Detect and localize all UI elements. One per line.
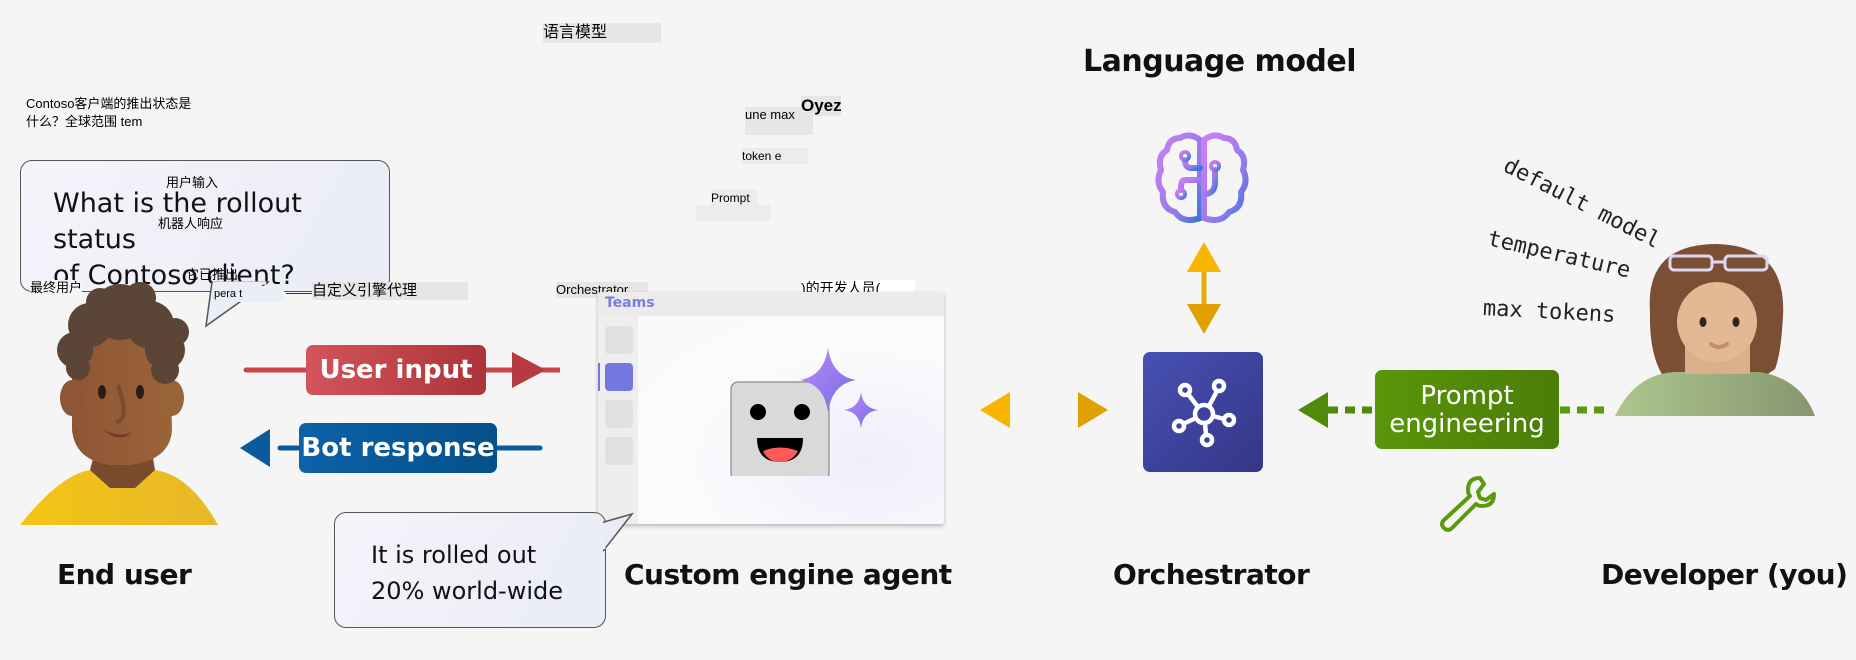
bot-eye [794,404,810,420]
overlay-prompt-small: Prompt [711,190,757,206]
developer-avatar [1615,244,1815,416]
end-user-avatar [20,282,218,525]
bot-response-label: Bot response [299,423,497,473]
teams-rail-item[interactable] [605,326,633,354]
overlay-question-cn-2: 什么？全球范围 tem [26,114,143,129]
brain-icon [1155,132,1249,223]
label-custom-engine-agent: Custom engine agent [624,558,952,591]
setting-max-tokens: max tokens [1482,296,1616,328]
label-developer: Developer (you) [1601,558,1848,591]
overlay-token-e: token e [742,148,808,164]
teams-active-indicator [598,363,600,391]
model-orchestrator-arrow [1187,242,1221,334]
bot-reply-line2: 20% world-wide [371,577,564,605]
user-input-label: User input [306,345,486,395]
overlay-custom-engine-agent-cn: 自定义引擎代理 [312,282,468,300]
label-end-user: End user [57,558,192,591]
overlay-oyez: Oyez [801,96,842,116]
orchestrator-box [1143,352,1263,472]
bot-icon [730,348,878,476]
teams-content [638,316,944,524]
overlay-blank-box [696,205,770,221]
bot-bubble-tail [602,512,635,553]
network-hub-icon [1171,378,1237,448]
teams-sidebar [598,316,638,524]
overlay-line [286,293,312,294]
prompt-engineering-line2: engineering [1389,408,1545,439]
user-input-arrowhead [512,352,546,388]
prompt-engineering-line1: Prompt [1420,380,1514,411]
bot-reply-line1: It is rolled out [371,541,537,569]
overlay-bot-response-cn: 机器人响应 [158,216,224,231]
prompt-engineering-label: Prompt engineering [1375,370,1559,449]
wrench-icon [1440,476,1496,532]
label-orchestrator: Orchestrator [1113,558,1310,591]
language-model-title: Language model [1083,44,1357,79]
bot-speech-bubble: It is rolled out 20% world-wide [334,512,606,628]
teams-rail-item-active[interactable] [605,363,633,391]
overlay-user-input-cn: 用户输入 [166,175,219,190]
teams-title-bar: Teams [598,292,944,316]
teams-rail-item[interactable] [605,437,633,465]
sparkle-icon-small [844,392,878,428]
teams-rail-item[interactable] [605,400,633,428]
teams-window: Teams [598,292,944,524]
agent-orchestrator-arrow [980,392,1108,428]
overlay-lang-model-cn: 语言模型 [543,23,661,43]
bot-response-arrowhead [240,429,270,467]
overlay-pera-t: pera t [214,286,284,302]
teams-label: Teams [605,295,655,311]
bot-eye [750,404,766,420]
overlay-question-cn-1: Contoso客户端的推出状态是 [26,96,192,111]
setting-temperature: temperature [1485,226,1633,284]
